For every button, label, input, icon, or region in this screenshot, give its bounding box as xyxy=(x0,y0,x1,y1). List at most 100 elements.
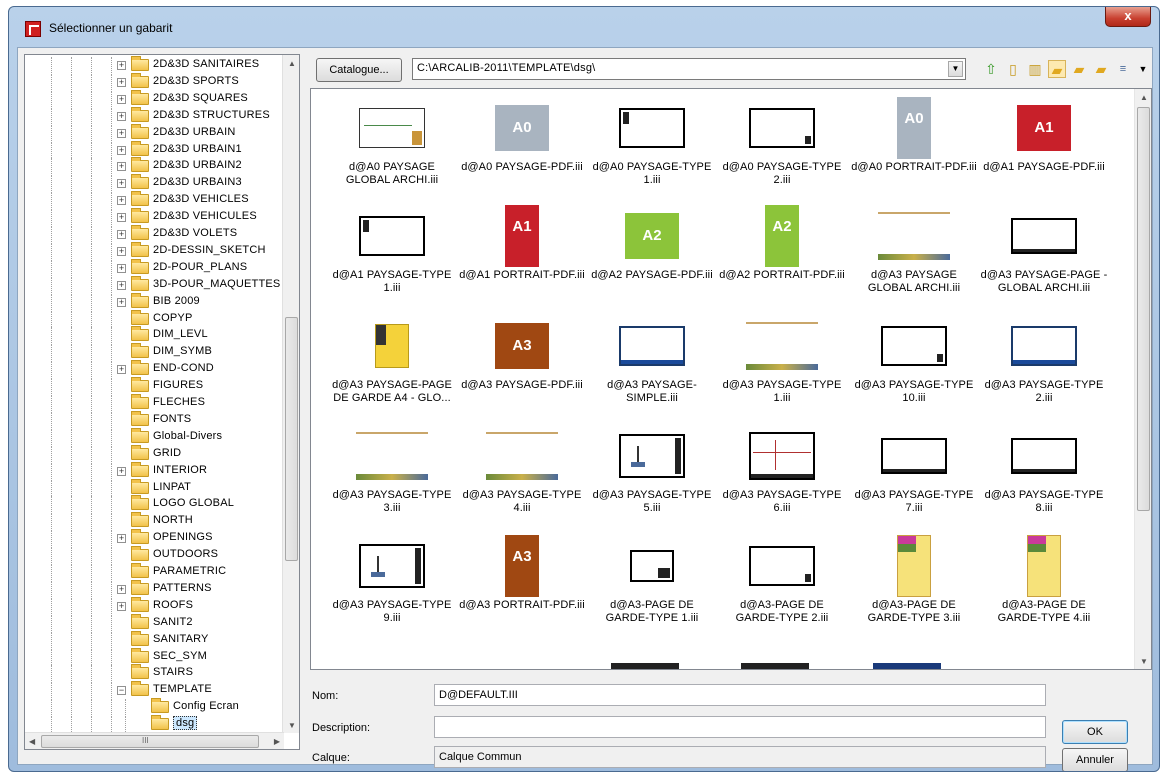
expand-icon[interactable]: + xyxy=(117,280,126,290)
tree-item[interactable]: + END-COND xyxy=(25,360,284,378)
ok-button[interactable]: OK xyxy=(1062,720,1128,744)
template-tile[interactable]: d@A3 PAYSAGE-TYPE 10.iii xyxy=(849,309,979,423)
tree-scroll-thumb[interactable] xyxy=(285,317,298,561)
template-tile[interactable]: A3 d@A3 PORTRAIT-PDF.iii xyxy=(457,529,587,643)
expand-icon[interactable]: + xyxy=(117,534,126,544)
tree-item[interactable]: FIGURES xyxy=(25,377,284,395)
tree-item[interactable]: +2D&3D URBAIN xyxy=(25,123,284,141)
tree-item[interactable]: +2D-POUR_PLANS xyxy=(25,258,284,276)
tree-item[interactable]: +2D-DESSIN_SKETCH xyxy=(25,241,284,259)
template-tile[interactable]: A0 d@A0 PORTRAIT-PDF.iii xyxy=(849,91,979,205)
tree-item[interactable]: +2D&3D STRUCTURES xyxy=(25,106,284,124)
new-page-icon[interactable]: ▯ xyxy=(1004,60,1022,78)
expand-icon[interactable]: + xyxy=(117,466,126,476)
tree-item[interactable]: OUTDOORS xyxy=(25,546,284,564)
tree-item[interactable]: +2D&3D SQUARES xyxy=(25,89,284,107)
view-list-icon[interactable]: ≡ xyxy=(1114,60,1132,78)
expand-icon[interactable]: + xyxy=(117,94,126,104)
template-tile[interactable]: d@A3 PAYSAGE GLOBAL ARCHI.iii xyxy=(849,199,979,313)
tree-hscroll-thumb[interactable]: III xyxy=(41,735,259,748)
template-tile[interactable]: d@A3 PAYSAGE-TYPE 8.iii xyxy=(979,419,1109,533)
expand-icon[interactable]: + xyxy=(117,128,126,138)
collapse-icon[interactable]: − xyxy=(117,686,126,696)
expand-icon[interactable]: + xyxy=(117,246,126,256)
template-tile[interactable]: d@A3 PAYSAGE-TYPE 6.iii xyxy=(717,419,847,533)
tree-item[interactable]: +2D&3D URBAIN1 xyxy=(25,140,284,158)
template-tile[interactable]: A2 d@A2 PAYSAGE-PDF.iii xyxy=(587,199,717,313)
tree-item[interactable]: +2D&3D VEHICLES xyxy=(25,191,284,209)
scroll-right-arrow-icon[interactable]: ▶ xyxy=(274,737,280,746)
template-tile[interactable]: A0 d@A0 PAYSAGE-PDF.iii xyxy=(457,91,587,205)
scroll-down-arrow-icon[interactable]: ▼ xyxy=(288,721,296,730)
partial-template-thumbnail[interactable] xyxy=(611,663,679,669)
name-field[interactable]: D@DEFAULT.III xyxy=(434,684,1046,706)
tree-item[interactable]: + ROOFS xyxy=(25,596,284,614)
path-combobox[interactable]: C:\ARCALIB-2011\TEMPLATE\dsg\ ▼ xyxy=(412,58,966,80)
expand-icon[interactable]: + xyxy=(117,77,126,87)
book-icon[interactable]: ▥ xyxy=(1026,60,1044,78)
template-tile[interactable]: d@A3 PAYSAGE-PAGE DE GARDE A4 - GLO... xyxy=(327,309,457,423)
template-tile[interactable]: A3 d@A3 PAYSAGE-PDF.iii xyxy=(457,309,587,423)
tree-item[interactable]: NORTH xyxy=(25,512,284,530)
tree-item[interactable]: LOGO GLOBAL xyxy=(25,495,284,513)
template-tile[interactable]: A1 d@A1 PAYSAGE-PDF.iii xyxy=(979,91,1109,205)
expand-icon[interactable]: + xyxy=(117,263,126,273)
tree-item[interactable]: SEC_SYM xyxy=(25,647,284,665)
tree-item[interactable]: DIM_LEVL xyxy=(25,326,284,344)
folder-icon[interactable]: ▰ xyxy=(1092,60,1110,78)
expand-icon[interactable]: + xyxy=(117,213,126,223)
template-tile[interactable]: d@A0 PAYSAGE-TYPE 2.iii xyxy=(717,91,847,205)
tree-item[interactable]: +2D&3D VEHICULES xyxy=(25,208,284,226)
tree-item[interactable]: − TEMPLATE xyxy=(25,681,284,699)
template-tile[interactable]: d@A3 PAYSAGE-TYPE 7.iii xyxy=(849,419,979,533)
template-tile[interactable]: d@A3 PAYSAGE-TYPE 1.iii xyxy=(717,309,847,423)
expand-icon[interactable]: + xyxy=(117,230,126,239)
tree-item[interactable]: +3D-POUR_MAQUETTES xyxy=(25,275,284,293)
up-folder-icon[interactable]: ⇧ xyxy=(982,60,1000,78)
tree-item[interactable]: dsg xyxy=(25,715,284,733)
template-tile[interactable]: d@A3 PAYSAGE-TYPE 4.iii xyxy=(457,419,587,533)
tree-vertical-scrollbar[interactable]: ▲ ▼ xyxy=(282,55,299,733)
template-tile[interactable]: d@A0 PAYSAGE GLOBAL ARCHI.iii xyxy=(327,91,457,205)
description-field[interactable] xyxy=(434,716,1046,738)
template-tile[interactable]: A1 d@A1 PORTRAIT-PDF.iii xyxy=(457,199,587,313)
dropdown-icon[interactable]: ▼ xyxy=(1134,60,1152,78)
expand-icon[interactable]: + xyxy=(117,162,126,172)
tree-item[interactable]: +2D&3D URBAIN3 xyxy=(25,174,284,192)
expand-icon[interactable]: + xyxy=(117,365,126,375)
template-tile[interactable]: d@A1 PAYSAGE-TYPE 1.iii xyxy=(327,199,457,313)
tree-item[interactable]: GRID xyxy=(25,444,284,462)
tree-item[interactable]: COPYP xyxy=(25,309,284,327)
template-tile[interactable]: d@A3 PAYSAGE-TYPE 3.iii xyxy=(327,419,457,533)
expand-icon[interactable]: + xyxy=(117,145,126,155)
tree-item[interactable]: SANIT2 xyxy=(25,613,284,631)
tree-item[interactable]: +2D&3D VOLETS xyxy=(25,225,284,242)
expand-icon[interactable]: + xyxy=(117,601,126,611)
tree-item[interactable]: FLECHES xyxy=(25,394,284,411)
open-folder-icon[interactable]: ▰ xyxy=(1048,60,1066,78)
tree-item[interactable]: +2D&3D URBAIN2 xyxy=(25,157,284,175)
expand-icon[interactable]: + xyxy=(117,297,126,307)
template-tile[interactable]: d@A3-PAGE DE GARDE-TYPE 1.iii xyxy=(587,529,717,643)
template-tile[interactable]: d@A3 PAYSAGE-PAGE - GLOBAL ARCHI.iii xyxy=(979,199,1109,313)
template-tile[interactable]: d@A3 PAYSAGE-SIMPLE.iii xyxy=(587,309,717,423)
expand-icon[interactable]: + xyxy=(117,61,126,70)
expand-icon[interactable]: + xyxy=(117,179,126,189)
close-button[interactable]: x xyxy=(1105,7,1151,27)
tree-item[interactable]: Global-Divers xyxy=(25,427,284,445)
template-tile[interactable]: d@A3-PAGE DE GARDE-TYPE 3.iii xyxy=(849,529,979,643)
template-tile[interactable]: d@A3 PAYSAGE-TYPE 2.iii xyxy=(979,309,1109,423)
template-tile[interactable]: d@A3-PAGE DE GARDE-TYPE 2.iii xyxy=(717,529,847,643)
template-tile[interactable]: d@A0 PAYSAGE-TYPE 1.iii xyxy=(587,91,717,205)
template-tile[interactable]: A2 d@A2 PORTRAIT-PDF.iii xyxy=(717,199,847,313)
template-tile[interactable]: d@A3-PAGE DE GARDE-TYPE 4.iii xyxy=(979,529,1109,643)
scroll-left-arrow-icon[interactable]: ◀ xyxy=(29,737,35,746)
cancel-button[interactable]: Annuler xyxy=(1062,748,1128,771)
template-tile[interactable]: d@A3 PAYSAGE-TYPE 9.iii xyxy=(327,529,457,643)
tree-item[interactable]: + INTERIOR xyxy=(25,461,284,479)
scroll-up-arrow-icon[interactable]: ▲ xyxy=(1140,93,1148,102)
tree-item[interactable]: + OPENINGS xyxy=(25,529,284,547)
tree-item[interactable]: LINPAT xyxy=(25,478,284,496)
tree-item[interactable]: + PATTERNS xyxy=(25,579,284,597)
chevron-down-icon[interactable]: ▼ xyxy=(948,61,963,77)
